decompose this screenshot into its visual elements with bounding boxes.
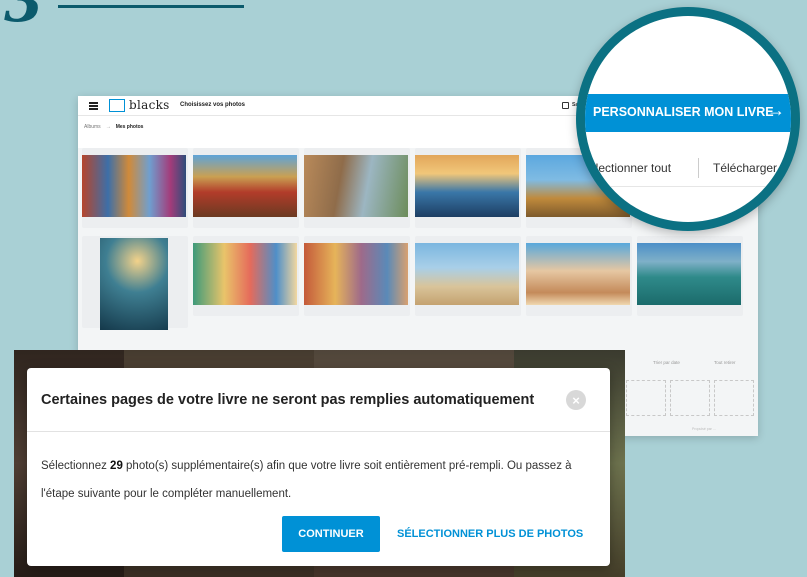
- photo-thumbnail[interactable]: [193, 155, 297, 217]
- photo-tile[interactable]: [415, 236, 521, 316]
- download-button[interactable]: Télécharger: [713, 161, 777, 175]
- logo-icon: [109, 99, 125, 112]
- photo-tile[interactable]: [304, 148, 410, 228]
- photo-thumbnail[interactable]: [637, 243, 741, 305]
- select-all-button[interactable]: électionner tout: [589, 161, 671, 175]
- dialog-title: Certaines pages de votre livre ne seront…: [41, 392, 535, 408]
- breadcrumb: Albums → Mes photos: [84, 124, 143, 130]
- logo-text: blacks: [129, 98, 170, 112]
- photo-thumbnail[interactable]: [304, 155, 408, 217]
- toolbar-rule: [585, 186, 791, 187]
- empty-slot: [626, 380, 666, 416]
- menu-icon[interactable]: [89, 102, 98, 110]
- missing-photo-count: 29: [110, 460, 123, 472]
- photo-thumbnail[interactable]: [193, 243, 297, 305]
- breadcrumb-current: Mes photos: [115, 124, 144, 130]
- continue-button[interactable]: CONTINUER: [282, 516, 380, 552]
- photo-tile[interactable]: [82, 236, 188, 330]
- select-more-photos-button[interactable]: SÉLECTIONNER PLUS DE PHOTOS: [397, 516, 583, 552]
- close-icon[interactable]: ×: [566, 390, 586, 410]
- incomplete-book-dialog: Certaines pages de votre livre ne seront…: [27, 368, 610, 566]
- arrow-right-icon[interactable]: →: [767, 100, 785, 121]
- photo-tile[interactable]: [415, 148, 521, 228]
- breadcrumb-arrow-icon: →: [105, 124, 111, 130]
- photo-thumbnail[interactable]: [100, 238, 168, 330]
- photo-thumbnail[interactable]: [82, 155, 186, 217]
- save-icon[interactable]: [562, 102, 569, 109]
- photo-thumbnail[interactable]: [526, 243, 630, 305]
- magnifier-callout: PERSONNALISER MON LIVRE → électionner to…: [576, 7, 800, 231]
- step-number: 3: [4, 0, 43, 35]
- photo-thumbnail[interactable]: [415, 243, 519, 305]
- toolbar-divider: [698, 158, 699, 178]
- photo-tile[interactable]: [526, 236, 632, 316]
- empty-slot: [714, 380, 754, 416]
- page-title: Choisissez vos photos: [180, 102, 246, 108]
- breadcrumb-albums[interactable]: Albums: [84, 124, 101, 130]
- photo-tile[interactable]: [304, 236, 410, 316]
- sort-by-date-button[interactable]: Trier par date: [653, 360, 680, 365]
- empty-slot: [670, 380, 710, 416]
- remove-all-button[interactable]: Tout retirer: [714, 360, 736, 365]
- step-divider: [58, 5, 244, 8]
- tray-footer: Propulsé par ...: [692, 427, 716, 431]
- photo-tile[interactable]: [82, 148, 188, 228]
- personalize-book-label[interactable]: PERSONNALISER MON LIVRE: [593, 105, 774, 119]
- photo-tile[interactable]: [637, 236, 743, 316]
- photo-thumbnail[interactable]: [304, 243, 408, 305]
- message-prefix: Sélectionnez: [41, 460, 111, 472]
- dialog-message: Sélectionnez 29 photo(s) supplémentaire(…: [41, 452, 596, 508]
- photo-thumbnail[interactable]: [415, 155, 519, 217]
- dialog-divider: [27, 431, 610, 432]
- photo-tile[interactable]: [193, 148, 299, 228]
- photo-tile[interactable]: [193, 236, 299, 316]
